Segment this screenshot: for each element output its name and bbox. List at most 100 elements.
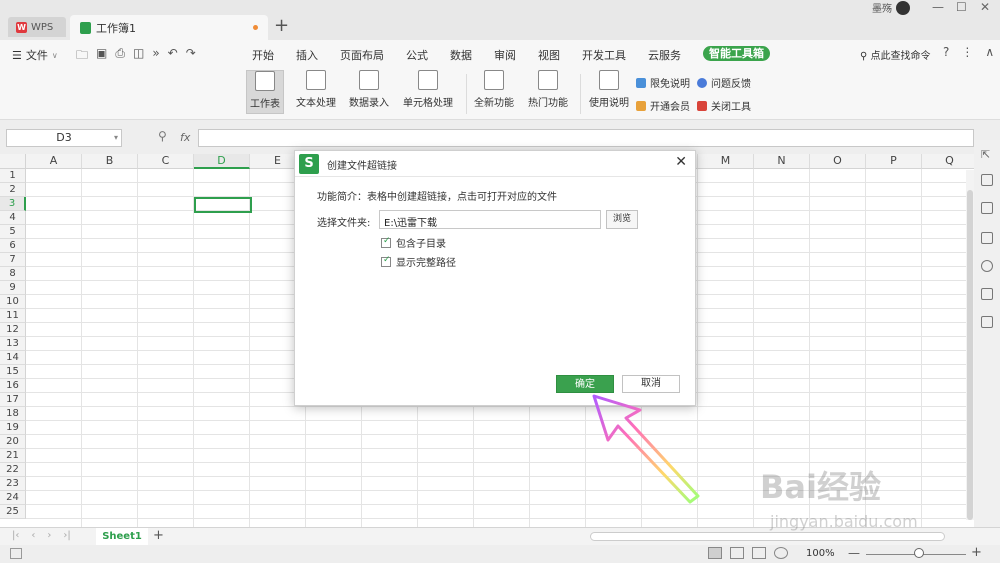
row-header-9[interactable]: 9 [0, 281, 26, 295]
tab-page-layout[interactable]: 页面布局 [340, 47, 384, 63]
browse-button[interactable]: 浏览 [606, 210, 638, 229]
cursor-icon[interactable]: ⇱ [981, 148, 993, 161]
user-account[interactable]: 墨殇 [872, 0, 910, 15]
ok-button[interactable]: 确定 [556, 375, 614, 393]
command-search[interactable]: ⚲ 点此查找命令 [860, 47, 931, 62]
history-icon[interactable] [981, 260, 993, 272]
row-header-20[interactable]: 20 [0, 435, 26, 449]
column-header-n[interactable]: N [754, 154, 810, 169]
column-header-d[interactable]: D [194, 154, 250, 169]
save-icon[interactable]: ▣ [96, 46, 107, 67]
row-header-6[interactable]: 6 [0, 239, 26, 253]
column-header-m[interactable]: M [698, 154, 754, 169]
undo-icon[interactable]: ↶ [168, 46, 178, 67]
tab-home[interactable]: 开始 [252, 47, 274, 63]
tab-insert[interactable]: 插入 [296, 47, 318, 63]
data-entry-button[interactable]: 数据录入 [349, 70, 389, 109]
styles-icon[interactable] [981, 232, 993, 244]
row-header-2[interactable]: 2 [0, 183, 26, 197]
tab-view[interactable]: 视图 [538, 47, 560, 63]
column-header-q[interactable]: Q [922, 154, 974, 169]
maximize-icon[interactable]: ☐ [956, 0, 967, 14]
add-sheet-button[interactable]: + [153, 528, 164, 543]
column-header-a[interactable]: A [26, 154, 82, 169]
row-header-23[interactable]: 23 [0, 477, 26, 491]
vertical-scrollbar[interactable] [966, 170, 974, 520]
minimize-icon[interactable]: — [932, 0, 944, 14]
cancel-button[interactable]: 取消 [622, 375, 680, 393]
checkbox-checked-icon[interactable] [381, 236, 391, 248]
cell-processing-button[interactable]: 单元格处理 [403, 70, 453, 109]
tab-review[interactable]: 审阅 [494, 47, 516, 63]
row-header-25[interactable]: 25 [0, 505, 26, 519]
reading-mode-icon[interactable] [752, 547, 766, 559]
open-folder-icon[interactable]: 🗀 [76, 46, 88, 67]
row-header-13[interactable]: 13 [0, 337, 26, 351]
column-header-b[interactable]: B [82, 154, 138, 169]
membership-button[interactable]: 开通会员 [636, 98, 690, 113]
zoom-out-icon[interactable]: — [848, 546, 860, 560]
folder-path-input[interactable]: E:\迅雷下载 [379, 210, 601, 229]
row-header-14[interactable]: 14 [0, 351, 26, 365]
zoom-in-icon[interactable]: + [971, 545, 982, 560]
tab-document[interactable]: 工作簿1 [70, 15, 268, 40]
row-header-3[interactable]: 3 [0, 197, 26, 211]
help-icon[interactable]: ? [943, 45, 949, 59]
column-header-o[interactable]: O [810, 154, 866, 169]
zoom-slider-handle[interactable] [914, 548, 924, 558]
chevron-down-icon[interactable]: ▾ [114, 130, 118, 146]
row-header-11[interactable]: 11 [0, 309, 26, 323]
zoom-level[interactable]: 100% [806, 548, 835, 559]
text-processing-button[interactable]: 文本处理 [296, 70, 336, 109]
include-subdirectories-checkbox[interactable]: 包含子目录 [381, 235, 446, 250]
last-sheet-icon[interactable]: ›| [63, 530, 70, 541]
row-header-18[interactable]: 18 [0, 407, 26, 421]
properties-icon[interactable] [981, 202, 993, 214]
popular-features-button[interactable]: 热门功能 [528, 70, 568, 109]
sheet-tab-sheet1[interactable]: Sheet1 [96, 528, 148, 545]
free-trial-info-button[interactable]: 限免说明 [636, 75, 690, 90]
show-full-path-checkbox[interactable]: 显示完整路径 [381, 254, 456, 269]
row-header-17[interactable]: 17 [0, 393, 26, 407]
dialog-close-icon[interactable]: ✕ [675, 154, 687, 170]
eye-protection-icon[interactable] [774, 547, 788, 559]
close-tools-button[interactable]: 关闭工具 [697, 98, 751, 113]
row-header-12[interactable]: 12 [0, 323, 26, 337]
close-icon[interactable]: ✕ [980, 0, 990, 14]
shapes-icon[interactable] [981, 174, 993, 186]
status-icon[interactable] [10, 548, 22, 559]
column-header-c[interactable]: C [138, 154, 194, 169]
row-header-5[interactable]: 5 [0, 225, 26, 239]
tab-data[interactable]: 数据 [450, 47, 472, 63]
file-menu-button[interactable]: ☰ 文件 ∨ [12, 47, 58, 63]
row-header-19[interactable]: 19 [0, 421, 26, 435]
row-header-21[interactable]: 21 [0, 449, 26, 463]
column-header-p[interactable]: P [866, 154, 922, 169]
more-icon[interactable]: » [152, 46, 159, 67]
select-all-corner[interactable] [0, 154, 26, 169]
active-cell-d3[interactable] [194, 197, 252, 213]
zoom-search-icon[interactable]: ⚲ [158, 129, 167, 143]
checkbox-checked-icon[interactable] [381, 255, 391, 267]
formula-input[interactable] [198, 129, 974, 147]
new-tab-button[interactable]: + [274, 15, 289, 36]
menu-more-icon[interactable]: ⋮ [961, 45, 973, 59]
feedback-button[interactable]: 问题反馈 [697, 75, 751, 90]
row-header-24[interactable]: 24 [0, 491, 26, 505]
row-header-8[interactable]: 8 [0, 267, 26, 281]
normal-view-icon[interactable] [708, 547, 722, 559]
tab-cloud[interactable]: 云服务 [648, 47, 681, 63]
prev-sheet-icon[interactable]: ‹ [31, 530, 35, 541]
apps-grid-icon[interactable] [981, 316, 993, 328]
row-header-1[interactable]: 1 [0, 169, 26, 183]
new-features-button[interactable]: 全新功能 [474, 70, 514, 109]
usage-guide-button[interactable]: 使用说明 [589, 70, 629, 109]
next-sheet-icon[interactable]: › [47, 530, 51, 541]
name-box[interactable]: D3 ▾ [6, 129, 122, 147]
row-header-15[interactable]: 15 [0, 365, 26, 379]
tab-developer[interactable]: 开发工具 [582, 47, 626, 63]
tab-formulas[interactable]: 公式 [406, 47, 428, 63]
row-header-22[interactable]: 22 [0, 463, 26, 477]
tab-wps-home[interactable]: W WPS [8, 17, 66, 37]
tab-smart-toolbox[interactable]: 智能工具箱 [703, 46, 770, 61]
